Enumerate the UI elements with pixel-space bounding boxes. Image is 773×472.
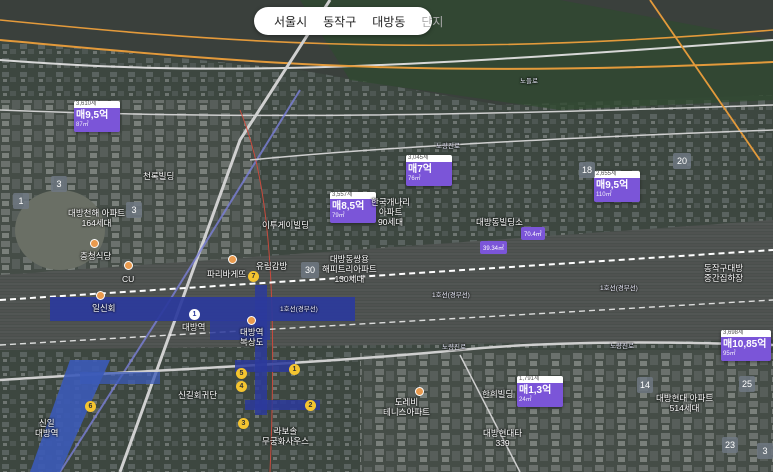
cluster-count-badge[interactable]: 1 <box>13 193 29 209</box>
marker-area: 24㎡ <box>519 397 532 403</box>
price-marker[interactable]: 3,557세 매8,5억 79㎡ <box>330 192 376 223</box>
station-passage <box>255 285 267 415</box>
price-marker-small[interactable]: 39.34㎡ <box>480 241 508 254</box>
station-exit[interactable]: 1 <box>289 364 300 375</box>
place-label: 유림감방 <box>256 261 288 271</box>
marker-price: 매9,5억 <box>76 110 109 121</box>
place-label: 충청식당 <box>80 251 112 261</box>
road-label: 노량진로 <box>442 344 466 351</box>
poi-marker[interactable] <box>247 316 256 325</box>
place-label: 대방현대 아파트 514세대 <box>656 393 714 413</box>
price-marker[interactable]: 3,698세 매10,85억 95㎡ <box>721 330 771 361</box>
place-label: 대방현대타 339 <box>483 428 523 448</box>
road-label: 노들로 <box>520 78 538 85</box>
cluster-count-badge[interactable]: 18 <box>579 162 595 178</box>
marker-area: 95㎡ <box>723 351 736 357</box>
place-label: 대방천해 아파트 164세대 <box>68 208 126 228</box>
cluster-count-badge[interactable]: 23 <box>722 437 738 453</box>
poi-marker[interactable] <box>90 239 99 248</box>
cluster-count-badge[interactable]: 20 <box>673 153 691 169</box>
poi-marker[interactable] <box>124 261 133 270</box>
cluster-count-badge[interactable]: 25 <box>739 376 755 392</box>
place-label: CU <box>122 274 135 284</box>
place-label: 대방역 복상도 <box>240 327 264 347</box>
place-label: 파리바게뜨 <box>207 269 247 279</box>
marker-area: 79㎡ <box>332 213 345 219</box>
rail-line-label: 1호선(경부선) <box>600 285 638 292</box>
price-marker-small[interactable]: 70.4㎡ <box>521 227 545 240</box>
price-marker[interactable]: 2,655세 매9,5억 110㎡ <box>594 171 640 202</box>
marker-price: 매8,5억 <box>332 201 365 212</box>
price-marker[interactable]: 3,610세 매9,5억 87㎡ <box>74 101 120 132</box>
place-label: 일신회 <box>92 303 116 313</box>
place-label: 동작구대방 중간집하장 <box>704 263 744 283</box>
place-label: 신일 대방역 <box>35 418 59 438</box>
place-label: 신길회귀단 <box>178 390 218 400</box>
marker-price: 매7억 <box>408 164 432 175</box>
breadcrumb-complex-dropdown[interactable]: 단지 <box>413 13 451 30</box>
marker-households: 3,698세 <box>721 330 771 337</box>
marker-price: 매1,3억 <box>519 385 552 396</box>
cluster-count-badge[interactable]: 3 <box>126 202 142 218</box>
marker-area: 110㎡ <box>596 192 612 198</box>
location-breadcrumb: 서울시 동작구 대방동 단지 <box>254 7 443 35</box>
price-marker[interactable]: 1,791세 매1,3억 24㎡ <box>517 376 563 407</box>
marker-households: 3,557세 <box>330 192 376 199</box>
marker-households: 2,655세 <box>594 171 640 178</box>
rail-line-label: 1호선(경부선) <box>280 306 318 313</box>
place-label: 라보솔 무궁화사우스 <box>262 426 309 446</box>
station-marker[interactable]: 1 <box>189 309 200 320</box>
price-marker[interactable]: 3,045세 매7억 76㎡ <box>406 155 452 186</box>
marker-price: 매9,5억 <box>596 180 629 191</box>
marker-households: 1,791세 <box>517 376 563 383</box>
marker-households: 3,610세 <box>74 101 120 108</box>
breadcrumb-city[interactable]: 서울시 <box>266 13 315 30</box>
cluster-count-badge[interactable]: 3 <box>757 443 773 459</box>
place-label: 대방역 <box>182 322 206 332</box>
station-exit[interactable]: 5 <box>236 368 247 379</box>
station-exit[interactable]: 7 <box>248 271 259 282</box>
cluster-count-badge[interactable]: 3 <box>51 176 67 192</box>
place-label: 천록빌딩 <box>143 171 175 181</box>
poi-marker[interactable] <box>228 255 237 264</box>
road-label: 노량진로 <box>610 343 634 350</box>
place-label: 대방동쌍용 해피트리아파트 130세대 <box>322 254 377 284</box>
cluster-count-badge[interactable]: 14 <box>637 377 653 393</box>
breadcrumb-district[interactable]: 동작구 <box>315 13 364 30</box>
breadcrumb-neighborhood[interactable]: 대방동 <box>364 13 413 30</box>
marker-area: 76㎡ <box>408 176 421 182</box>
place-label: 도레비 테니스아파트 <box>383 397 430 417</box>
place-label: 이투게이빌딩 <box>262 220 309 230</box>
place-label: 한희빌딩 <box>482 389 514 399</box>
rail-line-label: 1호선(경부선) <box>432 292 470 299</box>
place-label: 한국개나리 아파트 90세대 <box>371 197 411 227</box>
station-exit[interactable]: 2 <box>305 400 316 411</box>
marker-area: 87㎡ <box>76 122 89 128</box>
marker-price: 매10,85억 <box>723 339 767 350</box>
station-passage <box>80 372 160 384</box>
poi-marker[interactable] <box>415 387 424 396</box>
station-exit[interactable]: 3 <box>238 418 249 429</box>
station-exit[interactable]: 6 <box>85 401 96 412</box>
marker-households: 3,045세 <box>406 155 452 162</box>
cluster-count-badge[interactable]: 30 <box>301 262 319 278</box>
poi-marker[interactable] <box>96 291 105 300</box>
station-exit[interactable]: 4 <box>236 381 247 392</box>
place-label: 대방동빌딩소 <box>476 217 523 227</box>
road-label: 노량진로 <box>436 143 460 150</box>
